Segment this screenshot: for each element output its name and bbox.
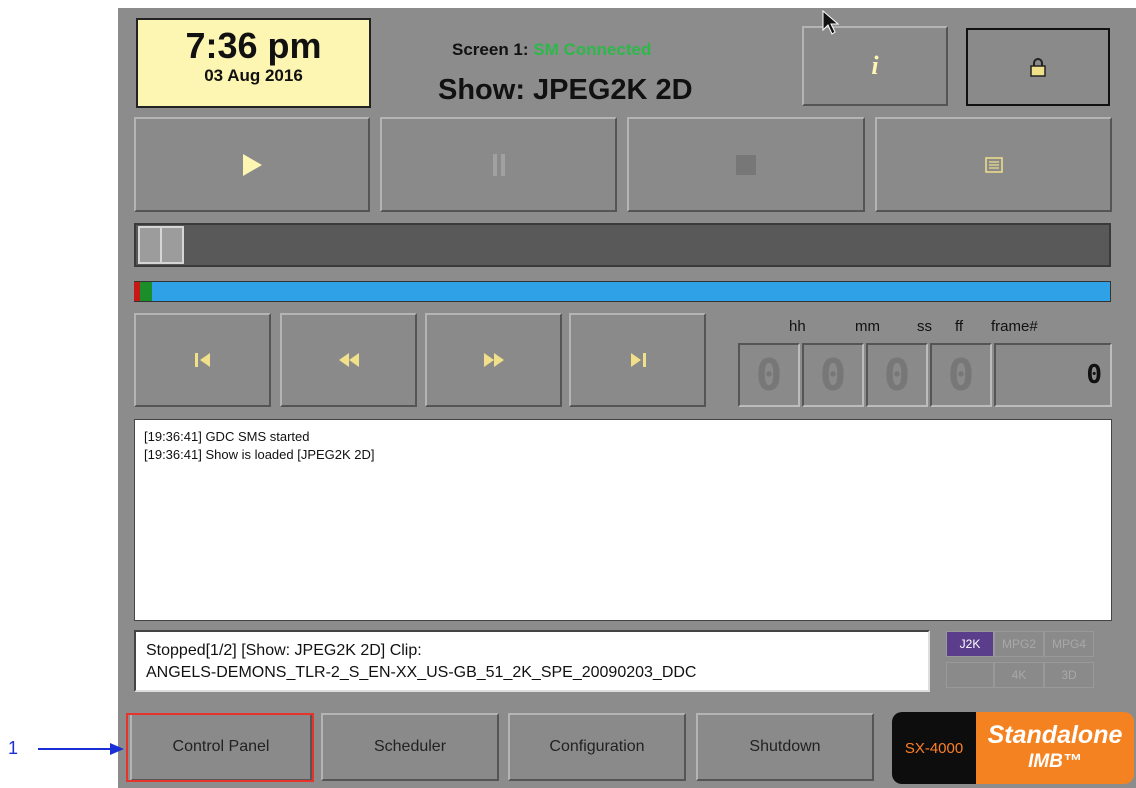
- brand-name: Standalone: [987, 721, 1123, 749]
- playlist-button[interactable]: [875, 117, 1112, 212]
- progress-bar: [134, 281, 1111, 302]
- rewind-icon: [338, 353, 359, 367]
- rewind-button[interactable]: [280, 313, 417, 407]
- screen-label: Screen 1:: [452, 40, 529, 59]
- frame-number: 0: [994, 343, 1112, 407]
- mouse-cursor-icon: [822, 10, 840, 35]
- position-slider-handle[interactable]: [138, 226, 184, 264]
- brand-sub: IMB™: [1028, 751, 1082, 772]
- stop-button[interactable]: [627, 117, 865, 212]
- playback-status: Stopped[1/2] [Show: JPEG2K 2D] Clip: ANG…: [134, 630, 930, 692]
- info-icon: i: [871, 51, 879, 80]
- skip-previous-button[interactable]: [134, 313, 271, 407]
- brand-model: SX-4000: [892, 712, 976, 784]
- timecode-label-hh: hh: [789, 318, 806, 335]
- timecode-label-ss: ss: [917, 318, 932, 335]
- info-button[interactable]: i: [802, 26, 948, 106]
- timecode-hours: 0: [738, 343, 800, 407]
- callout-number: 1: [8, 738, 19, 758]
- status-line: Stopped[1/2] [Show: JPEG2K 2D] Clip:: [146, 642, 422, 659]
- timecode-header: hh mm ss ff frame#: [737, 313, 1112, 341]
- screen-status: Screen 1: SM Connected: [452, 40, 651, 60]
- timecode-minutes: 0: [802, 343, 864, 407]
- scheduler-button[interactable]: Scheduler: [321, 713, 499, 781]
- timecode-frames: 0: [930, 343, 992, 407]
- stop-icon: [736, 154, 756, 175]
- clip-name: ANGELS-DEMONS_TLR-2_S_EN-XX_US-GB_51_2K_…: [146, 664, 697, 681]
- skip-next-button[interactable]: [569, 313, 706, 407]
- 3d-badge: 3D: [1044, 662, 1094, 688]
- timecode-label-ff: ff: [955, 318, 964, 335]
- skip-next-icon: [630, 353, 646, 367]
- fast-forward-icon: [483, 353, 504, 367]
- timecode-label-mm: mm: [855, 318, 880, 335]
- brand-logo: Standalone IMB™: [976, 712, 1134, 784]
- callout-arrow-line: [38, 748, 118, 750]
- callout-arrow-icon: [110, 743, 124, 755]
- mpg2-badge: MPG2: [994, 631, 1044, 657]
- play-icon: [243, 153, 262, 176]
- timecode-seconds: 0: [866, 343, 928, 407]
- control-panel-highlight: [126, 713, 314, 782]
- mpg4-badge: MPG4: [1044, 631, 1094, 657]
- playlist-icon: [984, 156, 1003, 173]
- connection-status: SM Connected: [533, 40, 652, 59]
- j2k-badge: J2K: [946, 631, 994, 657]
- log-line: [19:36:41] Show is loaded [JPEG2K 2D]: [144, 447, 375, 462]
- pause-icon: [492, 153, 505, 176]
- configuration-button[interactable]: Configuration: [508, 713, 686, 781]
- pause-button[interactable]: [380, 117, 617, 212]
- clock-date: 03 Aug 2016: [204, 66, 303, 85]
- fast-forward-button[interactable]: [425, 313, 562, 407]
- lock-icon: [1030, 58, 1046, 77]
- shutdown-button[interactable]: Shutdown: [696, 713, 874, 781]
- timecode-label-frame: frame#: [991, 318, 1038, 335]
- show-title: Show: JPEG2K 2D: [438, 74, 693, 106]
- lock-button[interactable]: [966, 28, 1110, 106]
- empty-badge: [946, 662, 994, 688]
- clock-panel: 7:36 pm 03 Aug 2016: [136, 18, 371, 108]
- clock-time: 7:36 pm: [185, 25, 322, 66]
- skip-previous-icon: [194, 353, 210, 367]
- play-button[interactable]: [134, 117, 370, 212]
- 4k-badge: 4K: [994, 662, 1044, 688]
- progress-green-marker: [140, 282, 152, 301]
- event-log[interactable]: [19:36:41] GDC SMS started [19:36:41] Sh…: [134, 419, 1112, 621]
- position-slider[interactable]: [134, 223, 1111, 267]
- log-line: [19:36:41] GDC SMS started: [144, 429, 310, 444]
